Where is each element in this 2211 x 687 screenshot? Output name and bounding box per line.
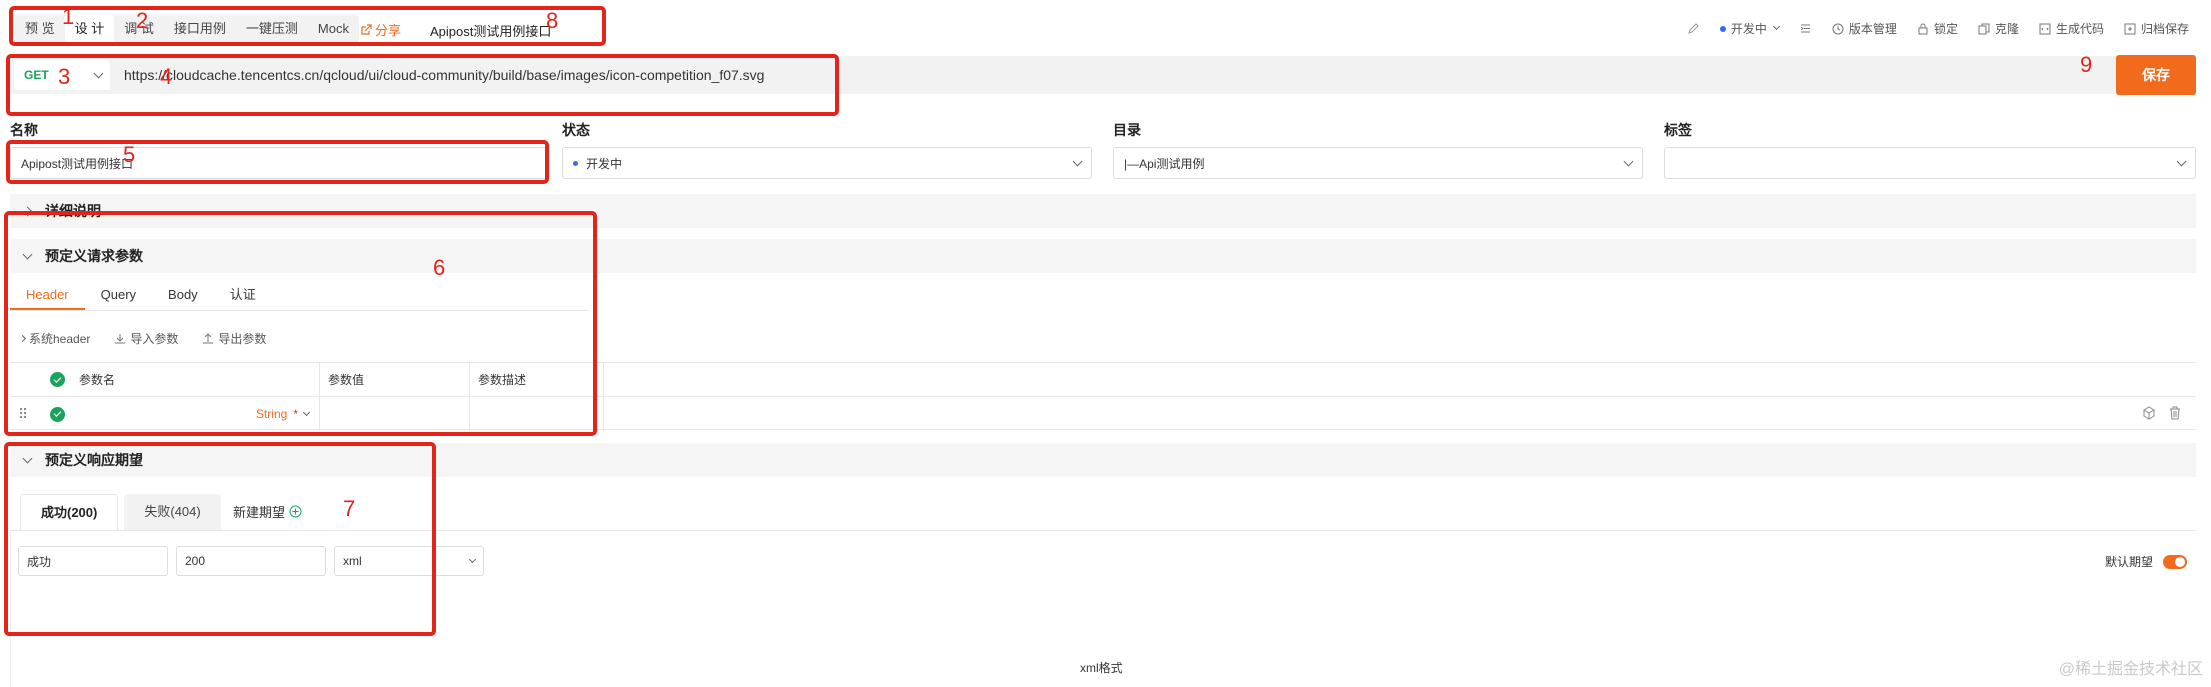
- code-icon: [2039, 23, 2051, 34]
- annotation-box-response: [4, 442, 436, 636]
- annotation-8: 8: [546, 8, 559, 33]
- copy-icon: [1978, 23, 1990, 34]
- clone-label: 克隆: [1994, 22, 2019, 36]
- cube-icon[interactable]: [2142, 406, 2156, 420]
- directory-select[interactable]: |—Api测试用例: [1113, 147, 1643, 179]
- lock-icon: [1918, 23, 1928, 34]
- chevron-down-icon: [1072, 156, 1083, 166]
- generate-code-label: 生成代码: [2055, 22, 2104, 36]
- annotation-2: 2: [136, 8, 149, 33]
- default-expect-toggle[interactable]: [2163, 554, 2187, 569]
- status-dot-icon: [1719, 25, 1726, 32]
- clock-icon: [1832, 23, 1844, 34]
- annotation-1: 1: [62, 4, 75, 29]
- status-label: 开发中: [1730, 22, 1767, 36]
- edit-icon[interactable]: [1687, 22, 1700, 35]
- annotation-7: 7: [343, 496, 356, 521]
- tag-label: 标签: [1664, 122, 1692, 138]
- status-selector[interactable]: 开发中: [1719, 20, 1780, 37]
- status-value: 开发中: [586, 156, 623, 171]
- annotation-box-name: [6, 140, 549, 184]
- annotation-4: 4: [160, 64, 173, 89]
- row-actions: [2142, 406, 2182, 420]
- annotation-3: 3: [58, 64, 71, 89]
- generate-code-button[interactable]: 生成代码: [2039, 20, 2104, 37]
- xml-format-label: xml格式: [1080, 661, 1123, 675]
- lock-label: 锁定: [1933, 22, 1958, 36]
- tag-select[interactable]: [1664, 147, 2196, 179]
- default-expect-toggle-group: 默认期望: [2105, 553, 2187, 570]
- chevron-down-icon: [468, 555, 477, 563]
- lock-button[interactable]: 锁定: [1917, 20, 1958, 37]
- status-select[interactable]: 开发中: [562, 147, 1092, 179]
- version-button[interactable]: 版本管理: [1832, 20, 1897, 37]
- annotation-box-url: [6, 54, 839, 116]
- chevron-down-icon: [1772, 22, 1780, 31]
- status-field-label: 状态: [562, 122, 590, 138]
- archive-button[interactable]: 归档保存: [2124, 20, 2189, 37]
- annotation-box-tabs: [9, 6, 606, 46]
- version-label: 版本管理: [1848, 22, 1897, 36]
- archive-icon: [2124, 23, 2136, 34]
- name-label: 名称: [10, 122, 38, 138]
- directory-label: 目录: [1113, 122, 1141, 138]
- watermark: @稀土掘金技术社区: [2058, 661, 2203, 678]
- annotation-box-params: [4, 211, 597, 436]
- status-dot-icon: [573, 160, 578, 166]
- clone-button[interactable]: 克隆: [1978, 20, 2019, 37]
- directory-value: |—Api测试用例: [1124, 156, 1205, 171]
- archive-label: 归档保存: [2140, 22, 2189, 36]
- annotation-6: 6: [433, 255, 446, 280]
- default-expect-label: 默认期望: [2104, 555, 2153, 569]
- toolbar: 开发中 版本管理 锁定 克隆 生成代码 归档保存: [1687, 20, 2189, 37]
- annotation-9: 9: [2080, 52, 2093, 77]
- save-button[interactable]: 保存: [2116, 55, 2196, 95]
- chevron-down-icon: [1623, 156, 1634, 166]
- chevron-down-icon: [2176, 156, 2187, 166]
- annotation-5: 5: [123, 142, 136, 167]
- trash-icon[interactable]: [2168, 406, 2182, 420]
- indent-icon[interactable]: [1799, 22, 1812, 35]
